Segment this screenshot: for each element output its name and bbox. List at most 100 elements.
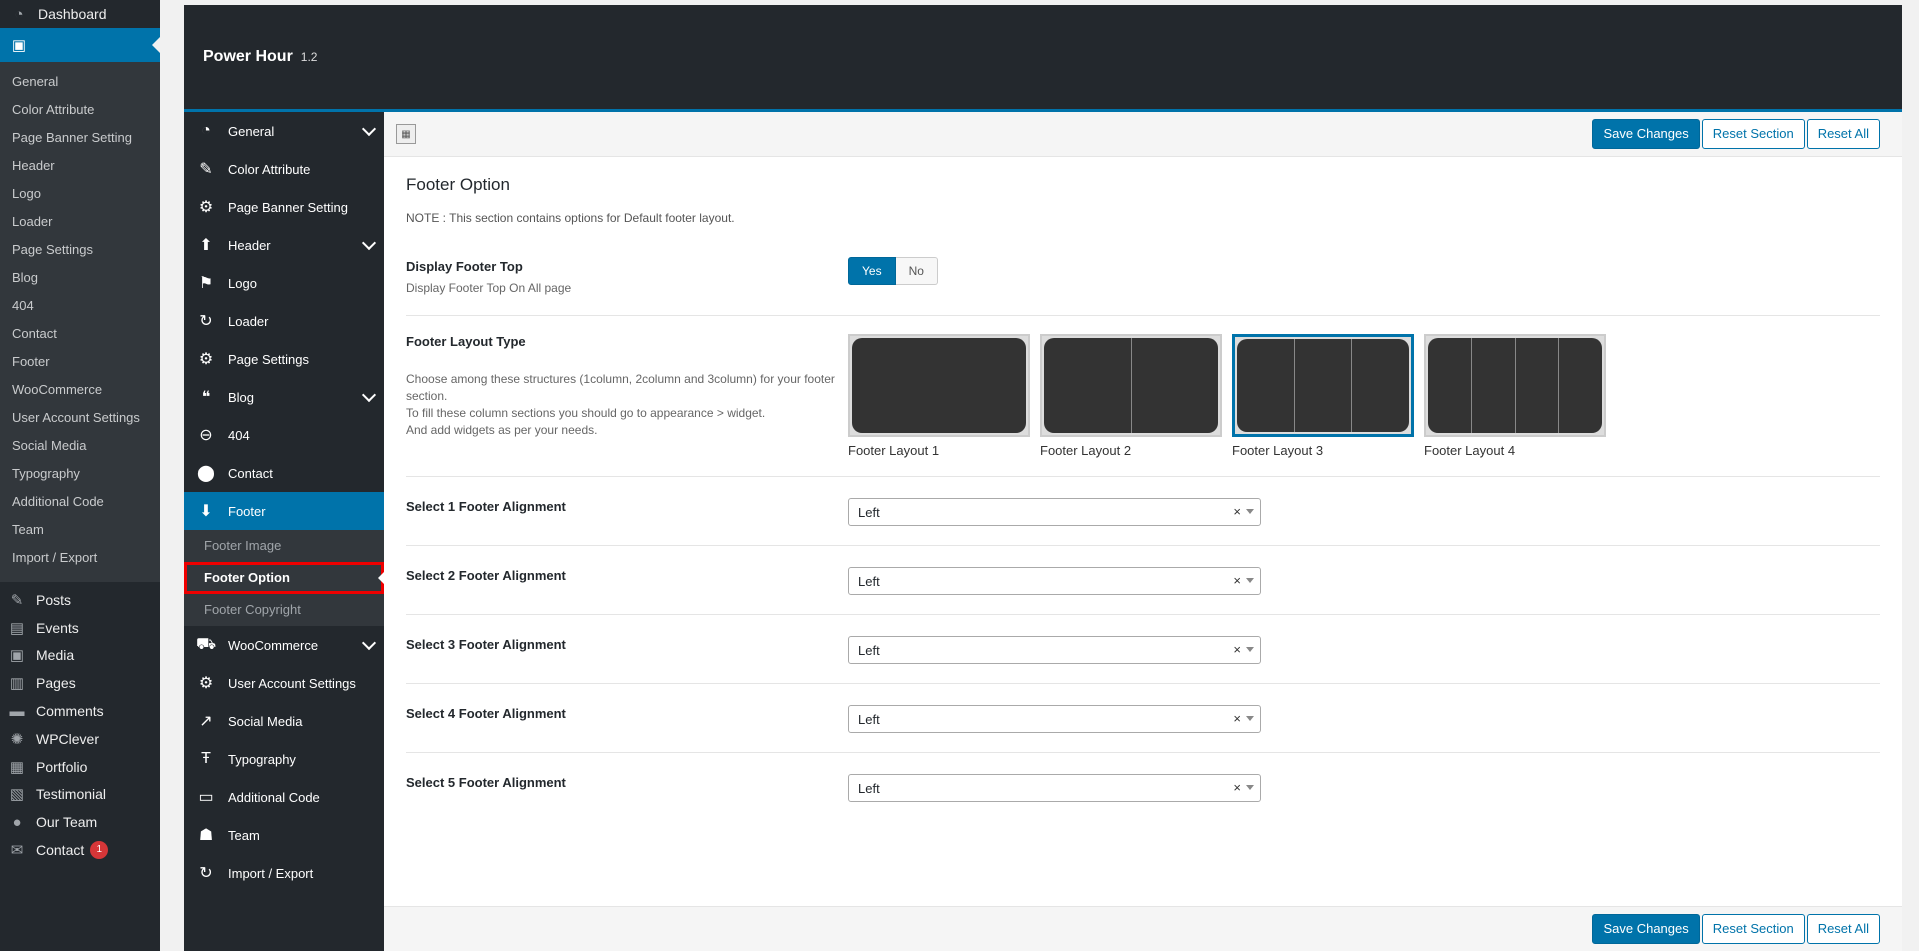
wp-menu-item[interactable]: ✎ Posts bbox=[0, 586, 160, 614]
save-changes-button[interactable]: Save Changes bbox=[1592, 119, 1700, 149]
alignment-select[interactable]: Left × bbox=[848, 498, 1261, 526]
gear-icon: ⚙ bbox=[198, 675, 214, 692]
wp-submenu-item[interactable]: Logo bbox=[0, 180, 160, 208]
panel-menu-item[interactable]: Ŧ Typography bbox=[184, 740, 384, 778]
wp-submenu-item[interactable]: Contact bbox=[0, 320, 160, 348]
panel-menu-item[interactable]: ☗ Team bbox=[184, 816, 384, 854]
dashboard-icon: ◔ bbox=[201, 122, 211, 139]
wp-submenu-item[interactable]: Team bbox=[0, 516, 160, 544]
wp-menu-label: Contact bbox=[36, 842, 85, 859]
alignment-row: Select 2 Footer Alignment Left × bbox=[406, 546, 1880, 615]
save-changes-button[interactable]: Save Changes bbox=[1592, 914, 1700, 944]
alignment-select[interactable]: Left × bbox=[848, 567, 1261, 595]
panel-menu-item[interactable]: ⬆ Header bbox=[184, 226, 384, 264]
footer-layout-desc-line: And add widgets as per your needs. bbox=[406, 423, 598, 437]
wp-submenu-item[interactable]: User Account Settings bbox=[0, 404, 160, 432]
chevron-down-icon[interactable] bbox=[1246, 578, 1254, 583]
chevron-down-icon[interactable] bbox=[1246, 647, 1254, 652]
wp-menu-item[interactable]: ▧ Testimonial bbox=[0, 781, 160, 809]
section-title: Footer Option bbox=[406, 175, 510, 194]
panel-menu-item[interactable]: ↻ Import / Export bbox=[184, 854, 384, 892]
chevron-down-icon[interactable] bbox=[1246, 716, 1254, 721]
chevron-down-icon[interactable] bbox=[1246, 785, 1254, 790]
css-icon: ▭ bbox=[198, 789, 214, 806]
wp-submenu-item[interactable]: Import / Export bbox=[0, 544, 160, 572]
clear-icon[interactable]: × bbox=[1233, 504, 1241, 519]
panel-menu-item[interactable]: ⬤ Contact bbox=[184, 454, 384, 492]
wp-submenu-item[interactable]: Footer bbox=[0, 348, 160, 376]
footer-layout-option[interactable]: Footer Layout 4 bbox=[1424, 334, 1606, 458]
panel-menu-item[interactable]: ⚙ Page Settings bbox=[184, 340, 384, 378]
flag-icon: ⚑ bbox=[198, 275, 214, 292]
wp-menu-label: Media bbox=[36, 647, 75, 664]
wp-submenu-item[interactable]: Page Banner Setting bbox=[0, 124, 160, 152]
wp-submenu-item[interactable]: Loader bbox=[0, 208, 160, 236]
panel-menu-item[interactable]: ↻ Loader bbox=[184, 302, 384, 340]
panel-menu-item[interactable]: ⬇ Footer bbox=[184, 492, 384, 530]
panel-menu-item[interactable]: ⚙ User Account Settings bbox=[184, 664, 384, 702]
panel-menu-label: Logo bbox=[228, 275, 257, 291]
wp-menu-item[interactable]: ▦ Portfolio bbox=[0, 753, 160, 781]
panel-menu-label: Contact bbox=[228, 465, 273, 481]
footer-submenu-item[interactable]: Footer Copyright bbox=[184, 594, 384, 626]
toggle-no-button[interactable]: No bbox=[895, 257, 938, 285]
wp-menu-item[interactable]: ▥ Pages bbox=[0, 669, 160, 697]
wp-submenu-item[interactable]: Typography bbox=[0, 460, 160, 488]
wp-menu-item[interactable]: ● Our Team bbox=[0, 808, 160, 836]
alignment-select[interactable]: Left × bbox=[848, 705, 1261, 733]
panel-menu-item[interactable]: ⊖ 404 bbox=[184, 416, 384, 454]
wp-submenu-item[interactable]: WooCommerce bbox=[0, 376, 160, 404]
panel-menu-item[interactable]: ⛟ WooCommerce bbox=[184, 626, 384, 664]
chevron-down-icon[interactable] bbox=[1246, 509, 1254, 514]
reset-section-button[interactable]: Reset Section bbox=[1701, 914, 1805, 944]
refresh-icon: ↻ bbox=[199, 865, 213, 882]
reset-all-button[interactable]: Reset All bbox=[1806, 914, 1880, 944]
panel-menu-item[interactable]: ▭ Additional Code bbox=[184, 778, 384, 816]
panel-menu-item[interactable]: ⚙ Page Banner Setting bbox=[184, 188, 384, 226]
wp-submenu-item[interactable]: Header bbox=[0, 152, 160, 180]
wp-menu-item[interactable]: ✉ Contact 1 bbox=[0, 836, 160, 864]
wp-submenu-item[interactable]: Additional Code bbox=[0, 488, 160, 516]
wp-menu-item[interactable]: ▬ Comments bbox=[0, 697, 160, 725]
wp-submenu-item[interactable]: Blog bbox=[0, 264, 160, 292]
reset-all-button[interactable]: Reset All bbox=[1806, 119, 1880, 149]
footer-layout-option[interactable]: Footer Layout 1 bbox=[848, 334, 1030, 458]
wp-submenu-item[interactable]: Social Media bbox=[0, 432, 160, 460]
user-icon: ● bbox=[12, 813, 22, 831]
clear-icon[interactable]: × bbox=[1233, 573, 1241, 588]
wp-main-menu: ✎ Posts ▤ Events ▣ Media ▥ Pages ▬ Comments ✺ WPCle… bbox=[0, 582, 160, 864]
panel-menu-label: Import / Export bbox=[228, 865, 314, 881]
brush-icon: ✎ bbox=[199, 161, 213, 178]
wp-submenu-item[interactable]: Color Attribute bbox=[0, 96, 160, 124]
menu-dashboard[interactable]: ◔ Dashboard bbox=[0, 0, 160, 28]
panel-menu-item[interactable]: ◔ General bbox=[184, 112, 384, 150]
wp-menu-item[interactable]: ✺ WPClever bbox=[0, 725, 160, 753]
alignment-select[interactable]: Left × bbox=[848, 774, 1261, 802]
footer-submenu-item[interactable]: Footer Image bbox=[184, 530, 384, 562]
panel-menu-item[interactable]: ↗ Social Media bbox=[184, 702, 384, 740]
alignment-select[interactable]: Left × bbox=[848, 636, 1261, 664]
panel-menu-item[interactable]: ⚑ Logo bbox=[184, 264, 384, 302]
wp-submenu-item[interactable]: 404 bbox=[0, 292, 160, 320]
arrow-up-icon: ⬆ bbox=[199, 237, 213, 254]
toggle-yes-button[interactable]: Yes bbox=[848, 257, 896, 285]
reset-section-button[interactable]: Reset Section bbox=[1701, 119, 1805, 149]
footer-layout-option[interactable]: Footer Layout 2 bbox=[1040, 334, 1222, 458]
footer-submenu-item[interactable]: Footer Option bbox=[184, 562, 384, 594]
wp-submenu-item[interactable]: General bbox=[0, 68, 160, 96]
wp-menu-item[interactable]: ▤ Events bbox=[0, 614, 160, 642]
expand-options-icon[interactable]: ▦ bbox=[396, 124, 416, 144]
panel-menu-item[interactable]: ❝ Blog bbox=[184, 378, 384, 416]
alignment-row: Select 3 Footer Alignment Left × bbox=[406, 615, 1880, 684]
panel-menu-item[interactable]: ✎ Color Attribute bbox=[184, 150, 384, 188]
calendar-icon: ▤ bbox=[9, 619, 25, 637]
wp-menu-item[interactable]: ▣ Media bbox=[0, 642, 160, 670]
chevron-down-icon bbox=[361, 121, 377, 137]
clear-icon[interactable]: × bbox=[1233, 780, 1241, 795]
footer-layout-option[interactable]: Footer Layout 3 bbox=[1232, 334, 1414, 458]
menu-theme-options-active[interactable]: ▣ bbox=[0, 28, 160, 62]
wp-submenu-item[interactable]: Page Settings bbox=[0, 236, 160, 264]
notification-badge: 1 bbox=[90, 841, 109, 860]
clear-icon[interactable]: × bbox=[1233, 711, 1241, 726]
clear-icon[interactable]: × bbox=[1233, 642, 1241, 657]
